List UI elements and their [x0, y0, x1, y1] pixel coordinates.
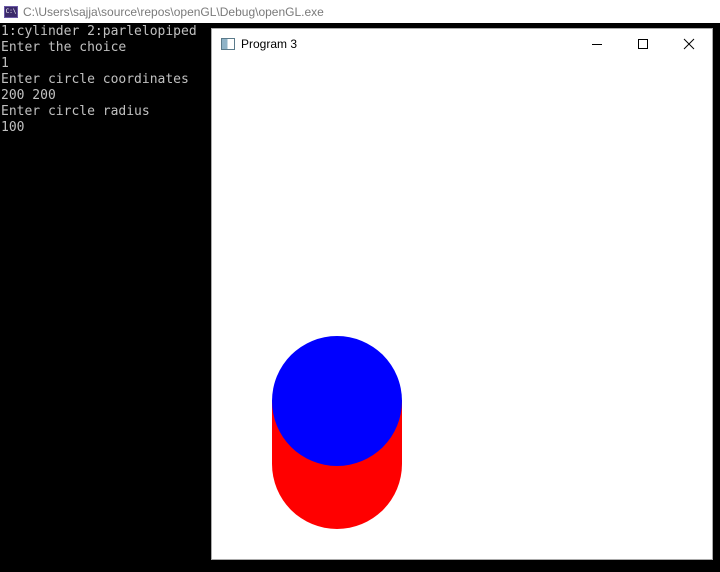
console-line: 100 — [1, 120, 25, 135]
console-line: 200 200 — [1, 88, 56, 103]
console-line: 1 — [1, 56, 9, 71]
console-line: Enter circle coordinates — [1, 72, 189, 87]
console-line: Enter the choice — [1, 40, 127, 55]
console-line: 1:cylinder 2:parlelopiped — [1, 24, 197, 39]
cylinder-top — [272, 336, 402, 466]
program-window: Program 3 — [212, 29, 712, 559]
window-title: Program 3 — [241, 37, 298, 51]
console-line: Enter circle radius — [1, 104, 150, 119]
minimize-icon — [592, 44, 602, 45]
console-title: C:\Users\sajja\source\repos\openGL\Debug… — [23, 4, 324, 19]
close-icon — [683, 38, 695, 50]
window-app-icon[interactable] — [221, 38, 235, 50]
opengl-canvas[interactable] — [212, 59, 712, 559]
console-output[interactable]: 1:cylinder 2:parlelopiped Enter the choi… — [1, 24, 197, 136]
program-titlebar[interactable]: Program 3 — [212, 29, 712, 59]
minimize-button[interactable] — [574, 29, 620, 59]
console-titlebar[interactable]: C:\ C:\Users\sajja\source\repos\openGL\D… — [0, 0, 720, 23]
maximize-icon — [638, 39, 648, 49]
console-app-icon[interactable]: C:\ — [4, 5, 18, 18]
maximize-button[interactable] — [620, 29, 666, 59]
close-button[interactable] — [666, 29, 712, 59]
